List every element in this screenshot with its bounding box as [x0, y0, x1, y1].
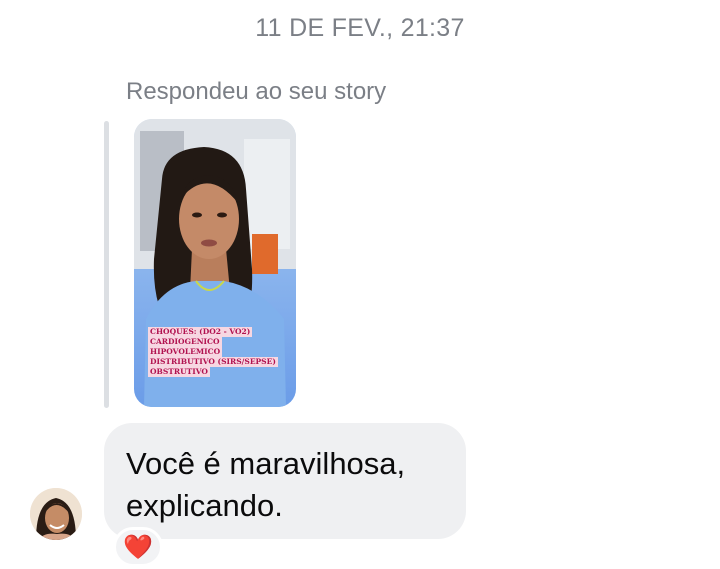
sender-avatar-icon — [30, 488, 82, 540]
message-line: explicando. — [126, 488, 283, 523]
caption-line: CARDIOGENICO — [148, 337, 222, 347]
caption-line: DISTRIBUTIVO (SIRS/SEPSE) — [148, 357, 278, 367]
conversation-timestamp: 11 DE FEV., 21:37 — [255, 14, 465, 42]
caption-line: HIPOVOLEMICO — [148, 347, 223, 357]
reaction-badge[interactable]: ❤️ — [113, 527, 163, 567]
caption-line: CHOQUES: (DO2 - VO2) — [148, 327, 253, 337]
avatar[interactable] — [30, 488, 82, 540]
story-thumbnail[interactable]: CHOQUES: (DO2 - VO2) CARDIOGENICO HIPOVO… — [134, 119, 296, 407]
story-reply-label: Respondeu ao seu story — [126, 78, 387, 105]
caption-line: OBSTRUTIVO — [148, 367, 210, 377]
heart-icon: ❤️ — [123, 533, 153, 561]
message-line: Você é maravilhosa, — [126, 446, 406, 481]
message-text: Você é maravilhosa, explicando. — [126, 443, 405, 527]
story-caption: CHOQUES: (DO2 - VO2) CARDIOGENICO HIPOVO… — [148, 327, 278, 377]
reply-indicator-bar — [104, 121, 109, 408]
message-bubble[interactable]: Você é maravilhosa, explicando. — [104, 423, 466, 539]
